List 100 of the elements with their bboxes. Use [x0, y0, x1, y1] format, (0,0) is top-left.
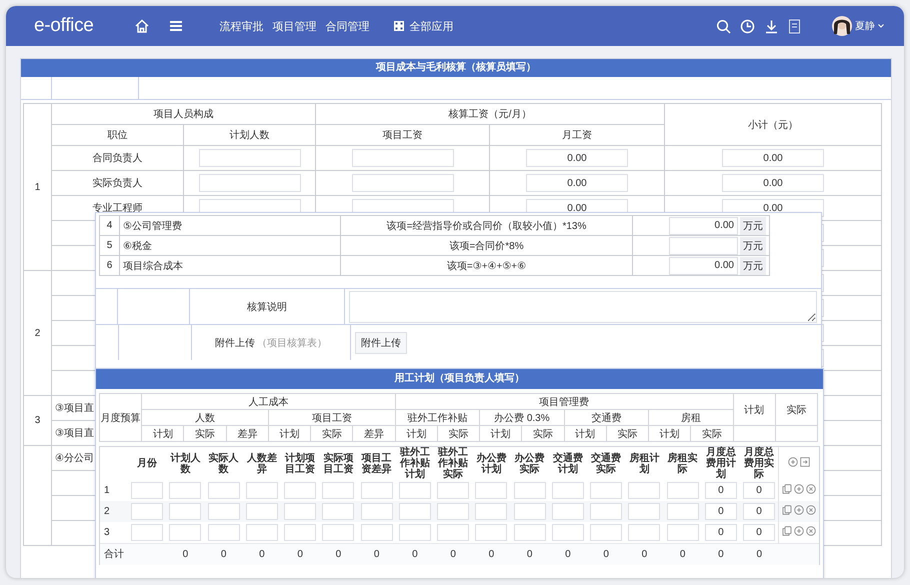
- input-field[interactable]: [352, 174, 454, 192]
- input-field[interactable]: [169, 503, 202, 520]
- input-field[interactable]: [514, 524, 546, 541]
- input-field[interactable]: [169, 482, 202, 499]
- table-cell: 2: [24, 270, 52, 396]
- user-name[interactable]: 夏静: [855, 19, 875, 33]
- add-circle-icon[interactable]: [788, 457, 798, 467]
- input-field[interactable]: 0.00: [526, 174, 628, 192]
- copy-icon[interactable]: [782, 484, 792, 494]
- input-field[interactable]: 0: [743, 524, 775, 541]
- column-header: 月度总费用计划: [704, 447, 737, 480]
- input-field[interactable]: [284, 503, 316, 520]
- input-field[interactable]: [198, 149, 300, 167]
- input-field[interactable]: 0: [704, 524, 737, 541]
- input-field[interactable]: 0: [704, 503, 737, 520]
- input-field[interactable]: [666, 524, 699, 541]
- input-field[interactable]: [360, 482, 393, 499]
- input-field[interactable]: [131, 524, 164, 541]
- nav-link[interactable]: 流程审批: [220, 18, 264, 34]
- input-field[interactable]: [437, 503, 470, 520]
- input-field[interactable]: 0.00: [669, 216, 738, 234]
- input-field[interactable]: [322, 482, 354, 499]
- section-title: 用工计划（项目负责人填写）: [96, 369, 823, 389]
- input-field[interactable]: [284, 524, 316, 541]
- remove-circle-icon[interactable]: [806, 526, 816, 536]
- clock-icon[interactable]: [740, 18, 755, 34]
- section-title: 项目成本与毛利核算（核算员填写）: [21, 59, 891, 77]
- input-field[interactable]: [628, 482, 660, 499]
- input-field[interactable]: [360, 524, 393, 541]
- input-field[interactable]: [628, 503, 660, 520]
- input-field[interactable]: [398, 524, 431, 541]
- search-icon[interactable]: [716, 18, 731, 34]
- copy-icon[interactable]: [782, 505, 792, 515]
- input-field[interactable]: [669, 236, 738, 254]
- input-field[interactable]: [552, 482, 584, 499]
- avatar-icon[interactable]: [832, 16, 852, 36]
- input-field[interactable]: [666, 503, 699, 520]
- input-field[interactable]: 0.00: [526, 149, 628, 167]
- input-field[interactable]: [169, 524, 202, 541]
- table-cell: 0: [702, 544, 740, 565]
- nav-link[interactable]: 项目管理: [272, 18, 317, 34]
- add-circle-icon[interactable]: [794, 526, 804, 536]
- input-field[interactable]: [246, 524, 278, 541]
- input-field[interactable]: 0.00: [669, 256, 738, 274]
- input-field[interactable]: [475, 503, 508, 520]
- remove-circle-icon[interactable]: [806, 484, 816, 494]
- input-field[interactable]: [437, 482, 470, 499]
- table-cell: 0: [434, 544, 472, 565]
- input-field[interactable]: [360, 503, 393, 520]
- input-field[interactable]: 0.00: [722, 174, 824, 192]
- input-field[interactable]: [514, 482, 546, 499]
- input-field[interactable]: [322, 503, 354, 520]
- input-field[interactable]: 0: [704, 482, 737, 499]
- input-field[interactable]: [590, 524, 622, 541]
- input-field[interactable]: [284, 482, 316, 499]
- export-icon[interactable]: [800, 457, 810, 467]
- input-field[interactable]: [552, 524, 584, 541]
- add-circle-icon[interactable]: [794, 505, 804, 515]
- column-header: 计划: [480, 426, 522, 442]
- copy-icon[interactable]: [782, 526, 792, 536]
- input-field[interactable]: 0.00: [722, 149, 824, 167]
- input-field[interactable]: [475, 482, 508, 499]
- input-field[interactable]: [398, 503, 431, 520]
- input-field[interactable]: [552, 503, 584, 520]
- input-field[interactable]: [246, 482, 278, 499]
- table-cell: 0: [166, 544, 204, 565]
- input-field[interactable]: [131, 482, 164, 499]
- input-field[interactable]: [590, 482, 622, 499]
- download-icon[interactable]: [764, 18, 779, 34]
- input-field[interactable]: 0: [743, 482, 775, 499]
- logo[interactable]: e-office: [34, 15, 94, 37]
- column-header: 月度预算: [100, 394, 142, 442]
- nav-link[interactable]: 合同管理: [326, 18, 370, 34]
- add-circle-icon[interactable]: [794, 484, 804, 494]
- input-field[interactable]: [590, 503, 622, 520]
- home-icon[interactable]: [134, 18, 150, 34]
- input-field[interactable]: 0: [743, 503, 775, 520]
- input-field[interactable]: [246, 503, 278, 520]
- table-cell: 0: [740, 544, 778, 565]
- input-field[interactable]: [628, 524, 660, 541]
- input-field[interactable]: [437, 524, 470, 541]
- upload-button[interactable]: 附件上传: [355, 332, 407, 354]
- table-cell: ⑥税金: [120, 236, 340, 256]
- input-field[interactable]: [352, 149, 454, 167]
- input-field[interactable]: [131, 503, 164, 520]
- input-field[interactable]: [208, 503, 240, 520]
- input-field[interactable]: [208, 524, 240, 541]
- document-icon[interactable]: [788, 18, 801, 34]
- input-field[interactable]: [475, 524, 508, 541]
- input-field[interactable]: [514, 503, 546, 520]
- all-apps-link[interactable]: 全部应用: [394, 18, 454, 34]
- input-field[interactable]: [198, 174, 300, 192]
- input-field[interactable]: [322, 524, 354, 541]
- menu-icon[interactable]: [168, 18, 184, 34]
- remove-circle-icon[interactable]: [806, 505, 816, 515]
- text-area[interactable]: [348, 290, 817, 322]
- input-field[interactable]: [398, 482, 431, 499]
- input-field[interactable]: [666, 482, 699, 499]
- caret-icon[interactable]: [878, 24, 884, 28]
- input-field[interactable]: [208, 482, 240, 499]
